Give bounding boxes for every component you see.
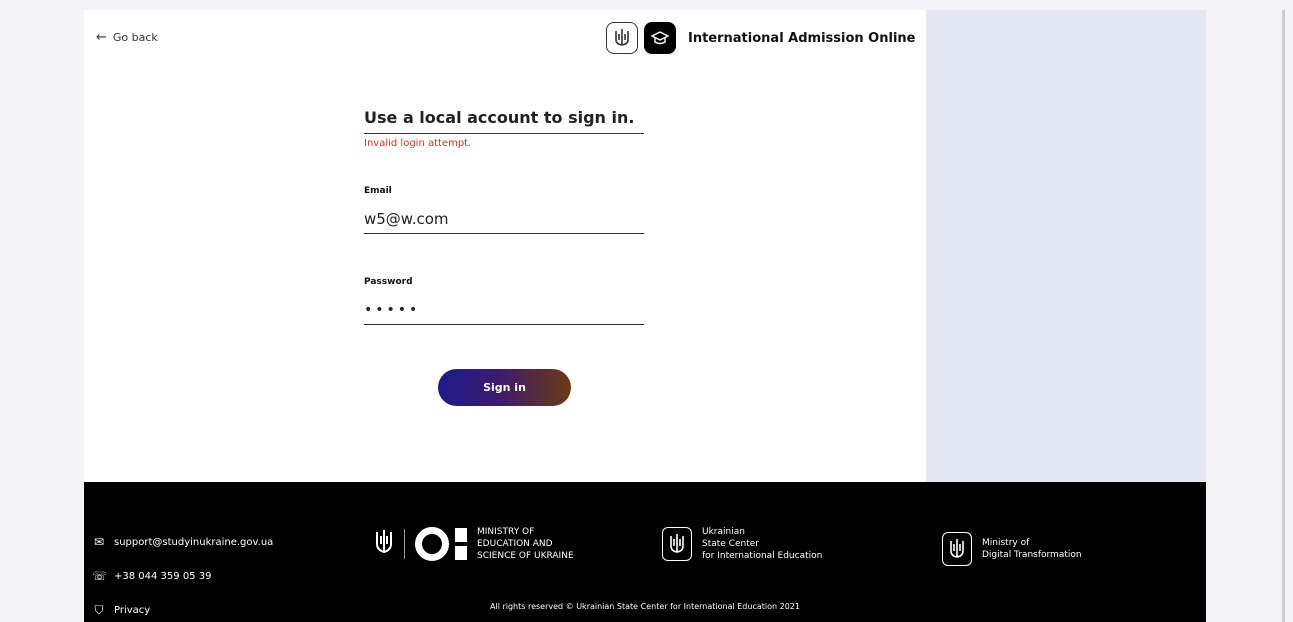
contact-email-text: support@studyinukraine.gov.ua bbox=[114, 536, 274, 548]
trident-icon bbox=[374, 528, 394, 560]
go-back-label: Go back bbox=[112, 31, 158, 44]
mail-icon: ✉ bbox=[93, 535, 105, 549]
footer: ✉ support@studyinukraine.gov.ua ☏ +38 04… bbox=[84, 482, 1206, 622]
digital-ministry-line: Digital Transformation bbox=[982, 550, 1082, 560]
ministry-education-logo[interactable]: MINISTRY OF EDUCATION AND SCIENCE OF UKR… bbox=[374, 526, 574, 562]
side-panel bbox=[926, 10, 1206, 482]
page: ← Go back International Admission Online… bbox=[0, 0, 1293, 622]
state-center-line: State Center bbox=[702, 539, 759, 549]
trident-icon bbox=[942, 532, 972, 566]
contact-email[interactable]: ✉ support@studyinukraine.gov.ua bbox=[92, 530, 273, 554]
ministry-line: EDUCATION AND bbox=[477, 539, 553, 549]
contact-phone[interactable]: ☏ +38 044 359 05 39 bbox=[92, 564, 273, 588]
contact-phone-text: +38 044 359 05 39 bbox=[114, 570, 212, 582]
copyright: All rights reserved © Ukrainian State Ce… bbox=[490, 602, 800, 611]
phone-icon: ☏ bbox=[92, 569, 108, 583]
ministry-line: MINISTRY OF bbox=[477, 527, 535, 537]
state-center-line: for International Education bbox=[702, 551, 823, 561]
password-label: Password bbox=[364, 277, 413, 287]
go-back-link[interactable]: ← Go back bbox=[96, 30, 158, 45]
password-field[interactable] bbox=[364, 295, 644, 325]
digital-ministry-text: Ministry of Digital Transformation bbox=[982, 537, 1082, 561]
brand-title: International Admission Online bbox=[688, 30, 916, 46]
digital-ministry-line: Ministry of bbox=[982, 538, 1030, 548]
form-heading: Use a local account to sign in. bbox=[364, 108, 644, 134]
trident-icon bbox=[662, 527, 692, 561]
scrollbar[interactable] bbox=[1282, 10, 1285, 622]
brand: International Admission Online bbox=[606, 22, 915, 54]
error-message: Invalid login attempt. bbox=[364, 138, 472, 149]
state-center-line: Ukrainian bbox=[702, 527, 745, 537]
ministry-education-text: MINISTRY OF EDUCATION AND SCIENCE OF UKR… bbox=[477, 526, 574, 562]
sign-in-button[interactable]: Sign in bbox=[438, 369, 571, 406]
digital-ministry-logo[interactable]: Ministry of Digital Transformation bbox=[942, 532, 1082, 566]
email-label: Email bbox=[364, 186, 392, 196]
mon-mark-icon bbox=[415, 527, 467, 561]
arrow-left-icon: ← bbox=[96, 30, 107, 45]
ministry-line: SCIENCE OF UKRAINE bbox=[477, 551, 574, 561]
main-card bbox=[84, 10, 926, 482]
trident-icon bbox=[606, 22, 638, 54]
logo-divider bbox=[404, 529, 405, 559]
state-center-logo[interactable]: Ukrainian State Center for International… bbox=[662, 526, 822, 562]
email-field[interactable] bbox=[364, 204, 644, 234]
login-form: Use a local account to sign in. Invalid … bbox=[364, 108, 644, 149]
state-center-text: Ukrainian State Center for International… bbox=[702, 526, 822, 562]
graduation-cap-icon bbox=[644, 22, 676, 54]
